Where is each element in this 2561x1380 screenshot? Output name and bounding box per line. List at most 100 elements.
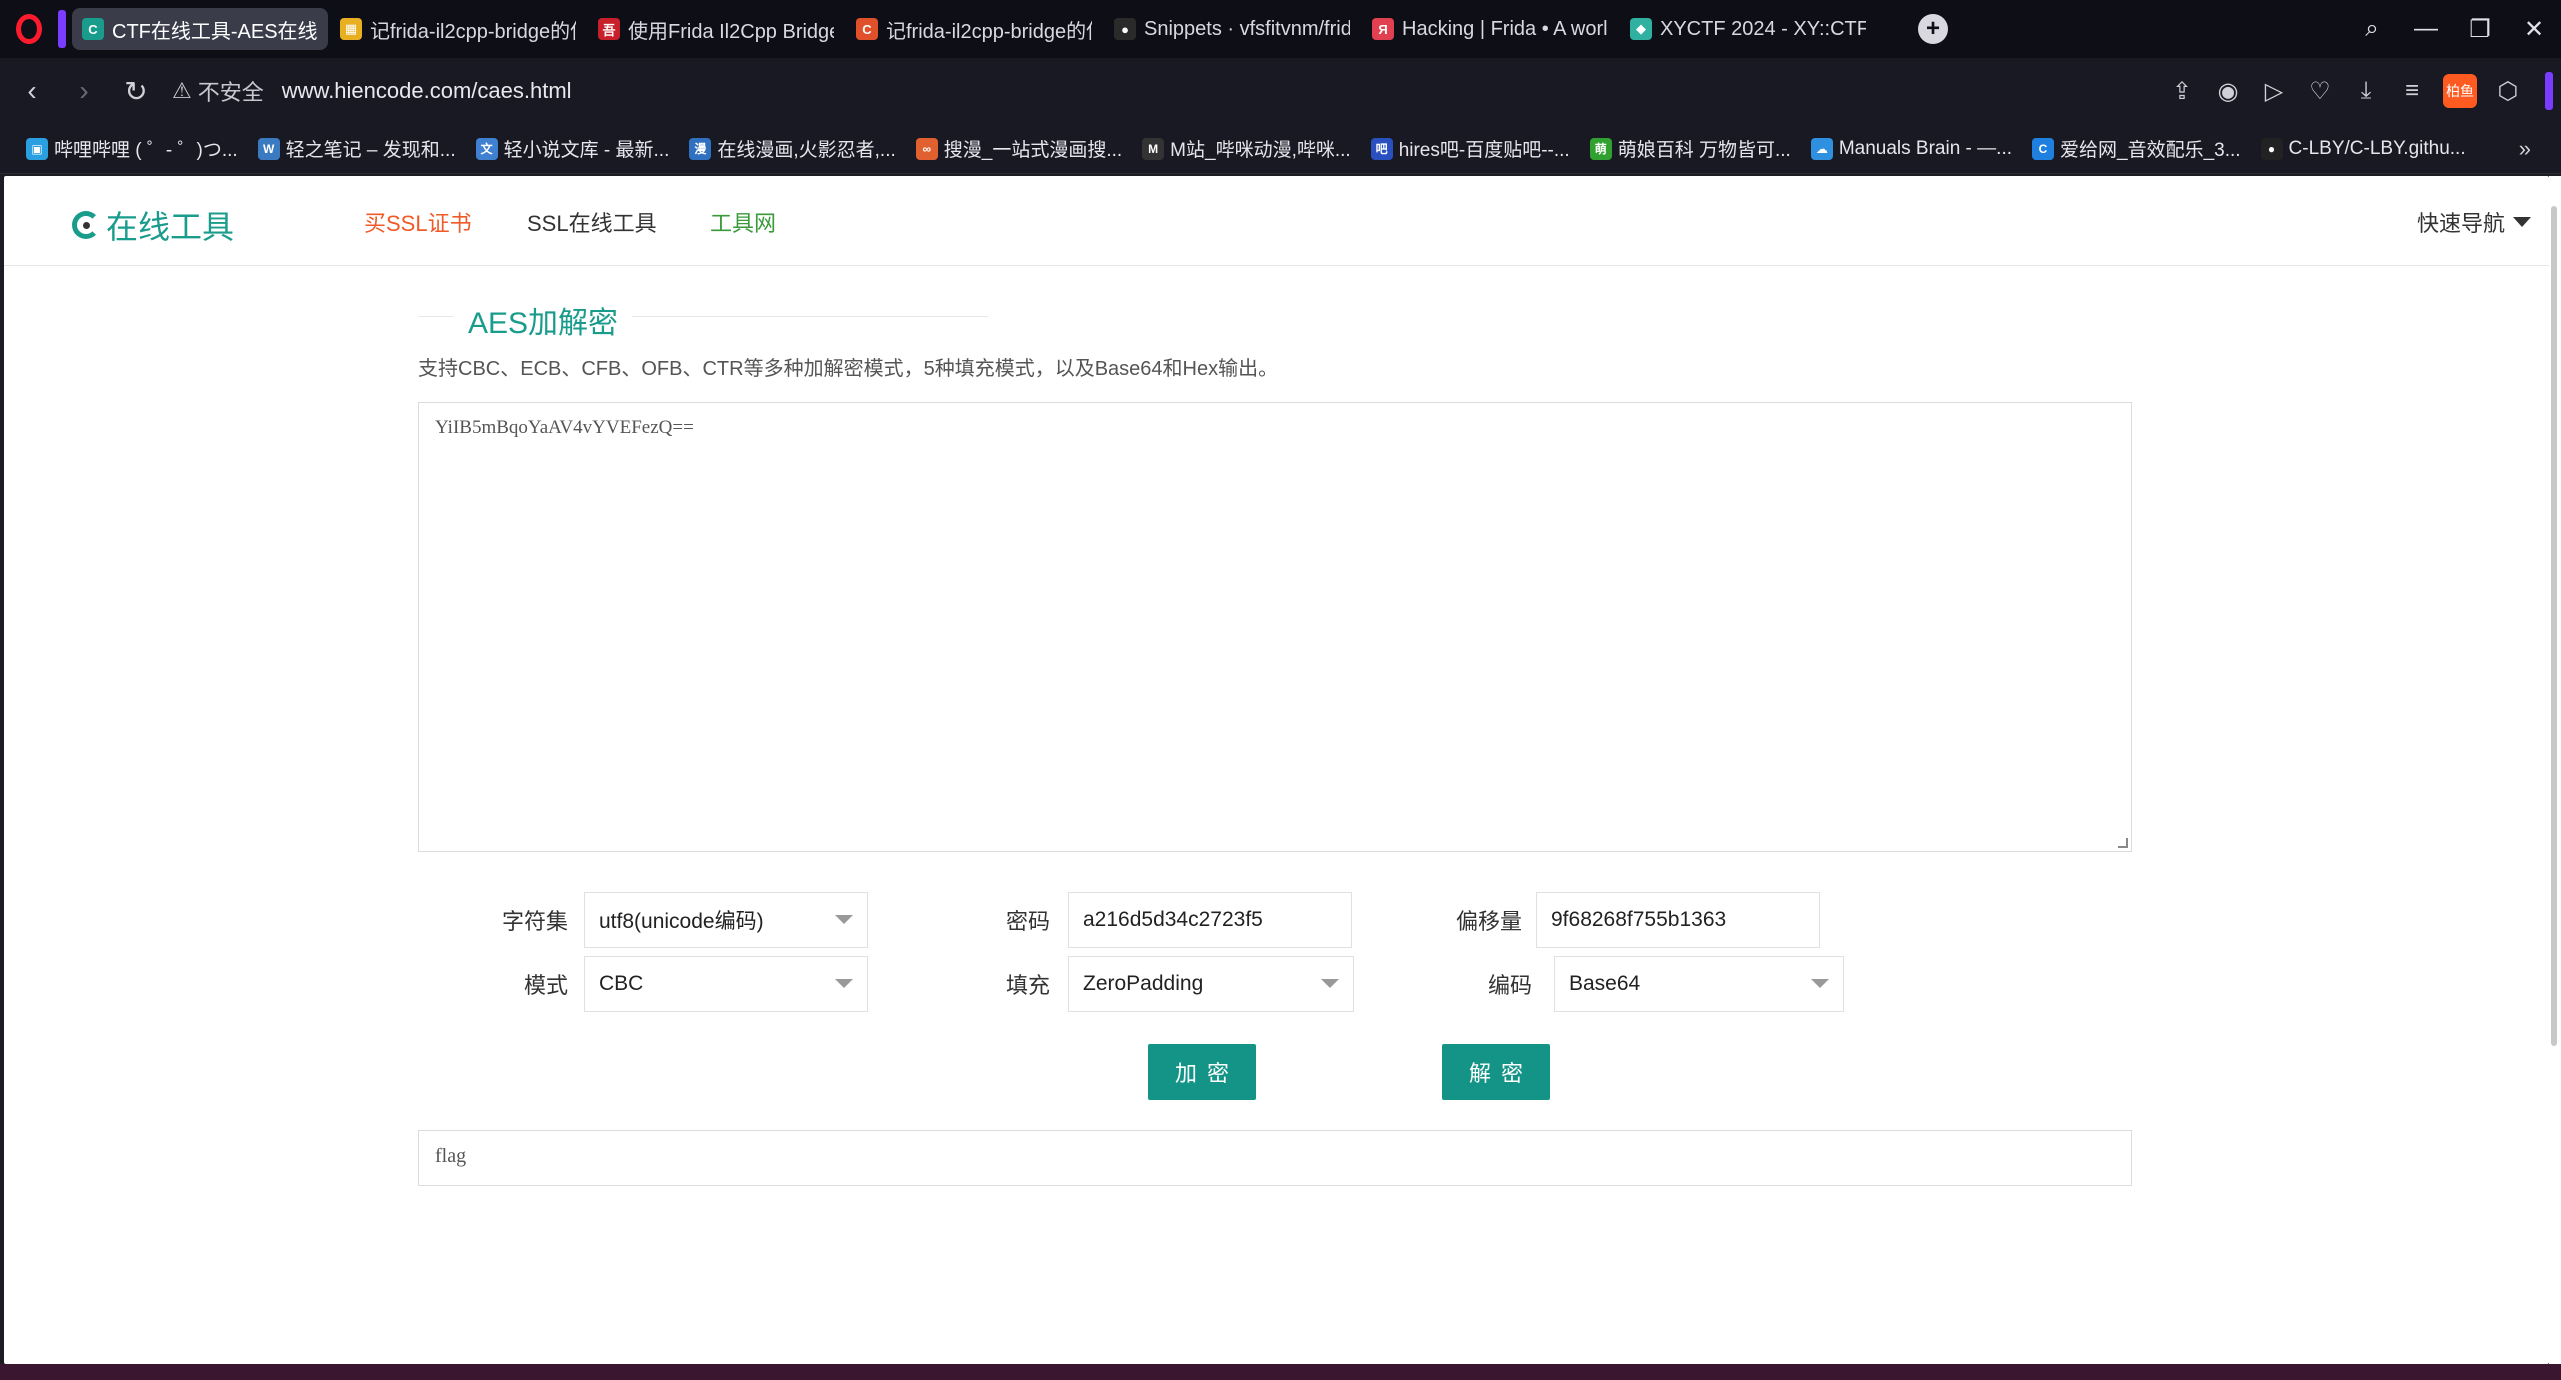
- iv-value: 9f68268f755b1363: [1551, 908, 1727, 931]
- opera-menu-icon[interactable]: [0, 0, 58, 58]
- bookmark-label: 萌娘百科 万物皆可...: [1617, 140, 1791, 161]
- bookmarks-bar: ▣ 哔哩哔哩 ( ゜- ゜)つ... W 轻之笔记 – 发现和... 文轻小说文库 - …: [0, 124, 2561, 174]
- bookmark-item[interactable]: 吧 hires吧-百度贴吧--...: [1370, 135, 1570, 162]
- bookmark-item[interactable]: ▣ 哔哩哔哩 ( ゜- ゜)つ...: [26, 135, 238, 162]
- bookmark-label: Manuals Brain - —...: [1838, 137, 2012, 159]
- new-tab-button[interactable]: +: [1918, 14, 1948, 44]
- bookmarks-overflow-icon[interactable]: »: [2519, 136, 2531, 162]
- encoding-value: Base64: [1569, 972, 1641, 995]
- browser-tab[interactable]: 吾使用Frida Il2Cpp Bridge: [588, 8, 844, 50]
- encrypt-button[interactable]: 加密: [1148, 1044, 1256, 1100]
- back-button[interactable]: ‹: [6, 75, 58, 107]
- decrypt-button[interactable]: 解密: [1442, 1044, 1550, 1100]
- nav-buy-ssl[interactable]: 买SSL证书: [364, 206, 472, 238]
- bookmark-favicon-icon: ∞: [915, 137, 938, 160]
- restore-button[interactable]: ❐: [2453, 15, 2507, 44]
- tab-favicon-icon: C: [856, 18, 878, 40]
- padding-select[interactable]: ZeroPadding: [1068, 956, 1354, 1012]
- bookmark-favicon-icon: W: [257, 137, 280, 160]
- reload-button[interactable]: ↻: [110, 75, 162, 108]
- play-icon[interactable]: ▷: [2251, 77, 2297, 106]
- extension-badge[interactable]: 柏鱼: [2443, 74, 2477, 108]
- padding-label: 填充: [1005, 973, 1050, 998]
- tab-favicon-icon: 吾: [598, 18, 620, 40]
- mode-label: 模式: [523, 973, 568, 998]
- bookmark-item[interactable]: ☁ Manuals Brain - —...: [1810, 137, 2012, 160]
- bookmark-item[interactable]: 文轻小说文库 - 最新...: [475, 135, 670, 162]
- nav-ssl-tools[interactable]: SSL在线工具: [527, 206, 657, 238]
- plaintext-value: flag: [435, 1145, 467, 1167]
- quick-nav-dropdown[interactable]: 快速导航: [2417, 206, 2531, 238]
- camera-icon[interactable]: ◉: [2205, 77, 2251, 106]
- resize-handle[interactable]: [2118, 838, 2128, 848]
- share-icon[interactable]: ⇪: [2159, 77, 2205, 106]
- encoding-label: 编码: [1487, 973, 1532, 998]
- charset-select[interactable]: utf8(unicode编码): [584, 892, 868, 948]
- search-tabs-icon[interactable]: ⌕: [2345, 15, 2399, 43]
- address-bar-row: ‹ › ↻ ⚠ 不安全 www.hiencode.com/caes.html ⇪…: [0, 58, 2561, 124]
- bookmark-label: hires吧-百度贴吧--...: [1398, 140, 1570, 161]
- chevron-down-icon: [1811, 979, 1829, 988]
- plaintext-output[interactable]: flag: [418, 1130, 2132, 1186]
- bookmark-label: C-LBY/C-LBY.githu...: [2288, 137, 2466, 159]
- bookmark-item[interactable]: C 爱给网_音效配乐_3...: [2032, 135, 2241, 162]
- close-window-button[interactable]: ✕: [2507, 15, 2561, 44]
- bookmark-label: M站_哔咪动漫,哔咪...: [1170, 140, 1351, 161]
- browser-tab[interactable]: C 记frida-il2cpp-bridge的使: [846, 8, 1102, 50]
- browser-tab[interactable]: ● Snippets · vfsfitvnm/frid: [1104, 8, 1360, 50]
- tab-favicon-icon: Я: [1372, 18, 1394, 40]
- toolbar-actions: ⇪ ◉ ▷ ♡ ⤓ ≡ 柏鱼 ⬡: [2159, 58, 2561, 124]
- minimize-button[interactable]: —: [2399, 15, 2453, 43]
- address-field[interactable]: ⚠ 不安全 www.hiencode.com/caes.html: [172, 68, 1672, 114]
- bookmark-item[interactable]: W 轻之笔记 – 发现和...: [257, 135, 456, 162]
- browser-tab[interactable]: C CTF在线工具-AES在线加解: [72, 8, 328, 50]
- bookmark-item[interactable]: M M站_哔咪动漫,哔咪...: [1142, 135, 1351, 162]
- cube-icon[interactable]: ⬡: [2485, 77, 2531, 106]
- tab-favicon-icon: C: [82, 18, 104, 40]
- bookmark-favicon-icon: 萌: [1589, 137, 1612, 160]
- bookmark-favicon-icon: ☁: [1810, 137, 1833, 160]
- browser-tab[interactable]: Я Hacking | Frida • A world: [1362, 8, 1618, 50]
- taskbar-strip: [0, 1364, 2561, 1380]
- tab-favicon-icon: ◆: [1630, 18, 1652, 40]
- ciphertext-input[interactable]: YiIB5mBqoYaAV4vYVEFezQ==: [418, 402, 2132, 852]
- page-scrollbar[interactable]: [2549, 176, 2561, 1364]
- bookmark-label: 搜漫_一站式漫画搜...: [943, 140, 1123, 161]
- window-controls: ⌕ — ❐ ✕: [2345, 0, 2561, 58]
- nav-tool-net[interactable]: 工具网: [710, 206, 776, 238]
- tab-label: 记frida-il2cpp-bridge的使: [370, 20, 576, 43]
- logo-text: 在线工具: [106, 209, 235, 245]
- tab-label: Hacking | Frida • A world: [1402, 17, 1608, 40]
- bookmark-label: 在线漫画,火影忍者,...: [717, 140, 896, 161]
- tab-label: Snippets · vfsfitvnm/frid: [1144, 17, 1350, 40]
- mode-select[interactable]: CBC: [584, 956, 868, 1012]
- bookmark-label: 爱给网_音效配乐_3...: [2060, 140, 2241, 161]
- browser-tab[interactable]: ▦ 记frida-il2cpp-bridge的使: [330, 8, 586, 50]
- encoding-select[interactable]: Base64: [1554, 956, 1844, 1012]
- browser-tab-strip: C CTF在线工具-AES在线加解 ▦记frida-il2cpp-bridge的使吾…: [0, 0, 2561, 58]
- bookmark-label: 轻小说文库 - 最新...: [503, 140, 670, 161]
- heart-icon[interactable]: ♡: [2297, 77, 2343, 106]
- bookmark-item[interactable]: ● C-LBY/C-LBY.githu...: [2260, 137, 2466, 160]
- tab-label: CTF在线工具-AES在线加解: [112, 20, 318, 43]
- forward-button[interactable]: ›: [58, 75, 110, 107]
- chevron-down-icon: [1321, 979, 1339, 988]
- password-label: 密码: [1005, 909, 1050, 934]
- padding-value: ZeroPadding: [1083, 972, 1204, 995]
- download-icon[interactable]: ⤓: [2343, 77, 2389, 105]
- scrollbar-thumb[interactable]: [2551, 206, 2557, 1046]
- browser-tab[interactable]: ◆ XYCTF 2024 - XY::CTF: [1620, 8, 1876, 50]
- charset-label: 字符集: [501, 909, 568, 934]
- bookmark-favicon-icon: 文: [475, 137, 498, 160]
- page-viewport: 在线工具 买SSL证书 SSL在线工具 工具网 快速导航 AES加解密 支持CB…: [4, 176, 2549, 1364]
- password-input[interactable]: a216d5d34c2723f5: [1068, 892, 1352, 948]
- bookmark-item[interactable]: 漫在线漫画,火影忍者,...: [689, 135, 896, 162]
- iv-input[interactable]: 9f68268f755b1363: [1536, 892, 1820, 948]
- bookmark-item[interactable]: ∞ 搜漫_一站式漫画搜...: [915, 135, 1123, 162]
- site-logo[interactable]: 在线工具: [72, 202, 234, 248]
- tab-label: 使用Frida Il2Cpp Bridge: [628, 20, 834, 43]
- menu-lines-icon[interactable]: ≡: [2389, 77, 2435, 105]
- bookmark-item[interactable]: 萌萌娘百科 万物皆可...: [1589, 135, 1791, 162]
- bookmark-favicon-icon: M: [1142, 137, 1165, 160]
- url-text: www.hiencode.com/caes.html: [281, 78, 572, 103]
